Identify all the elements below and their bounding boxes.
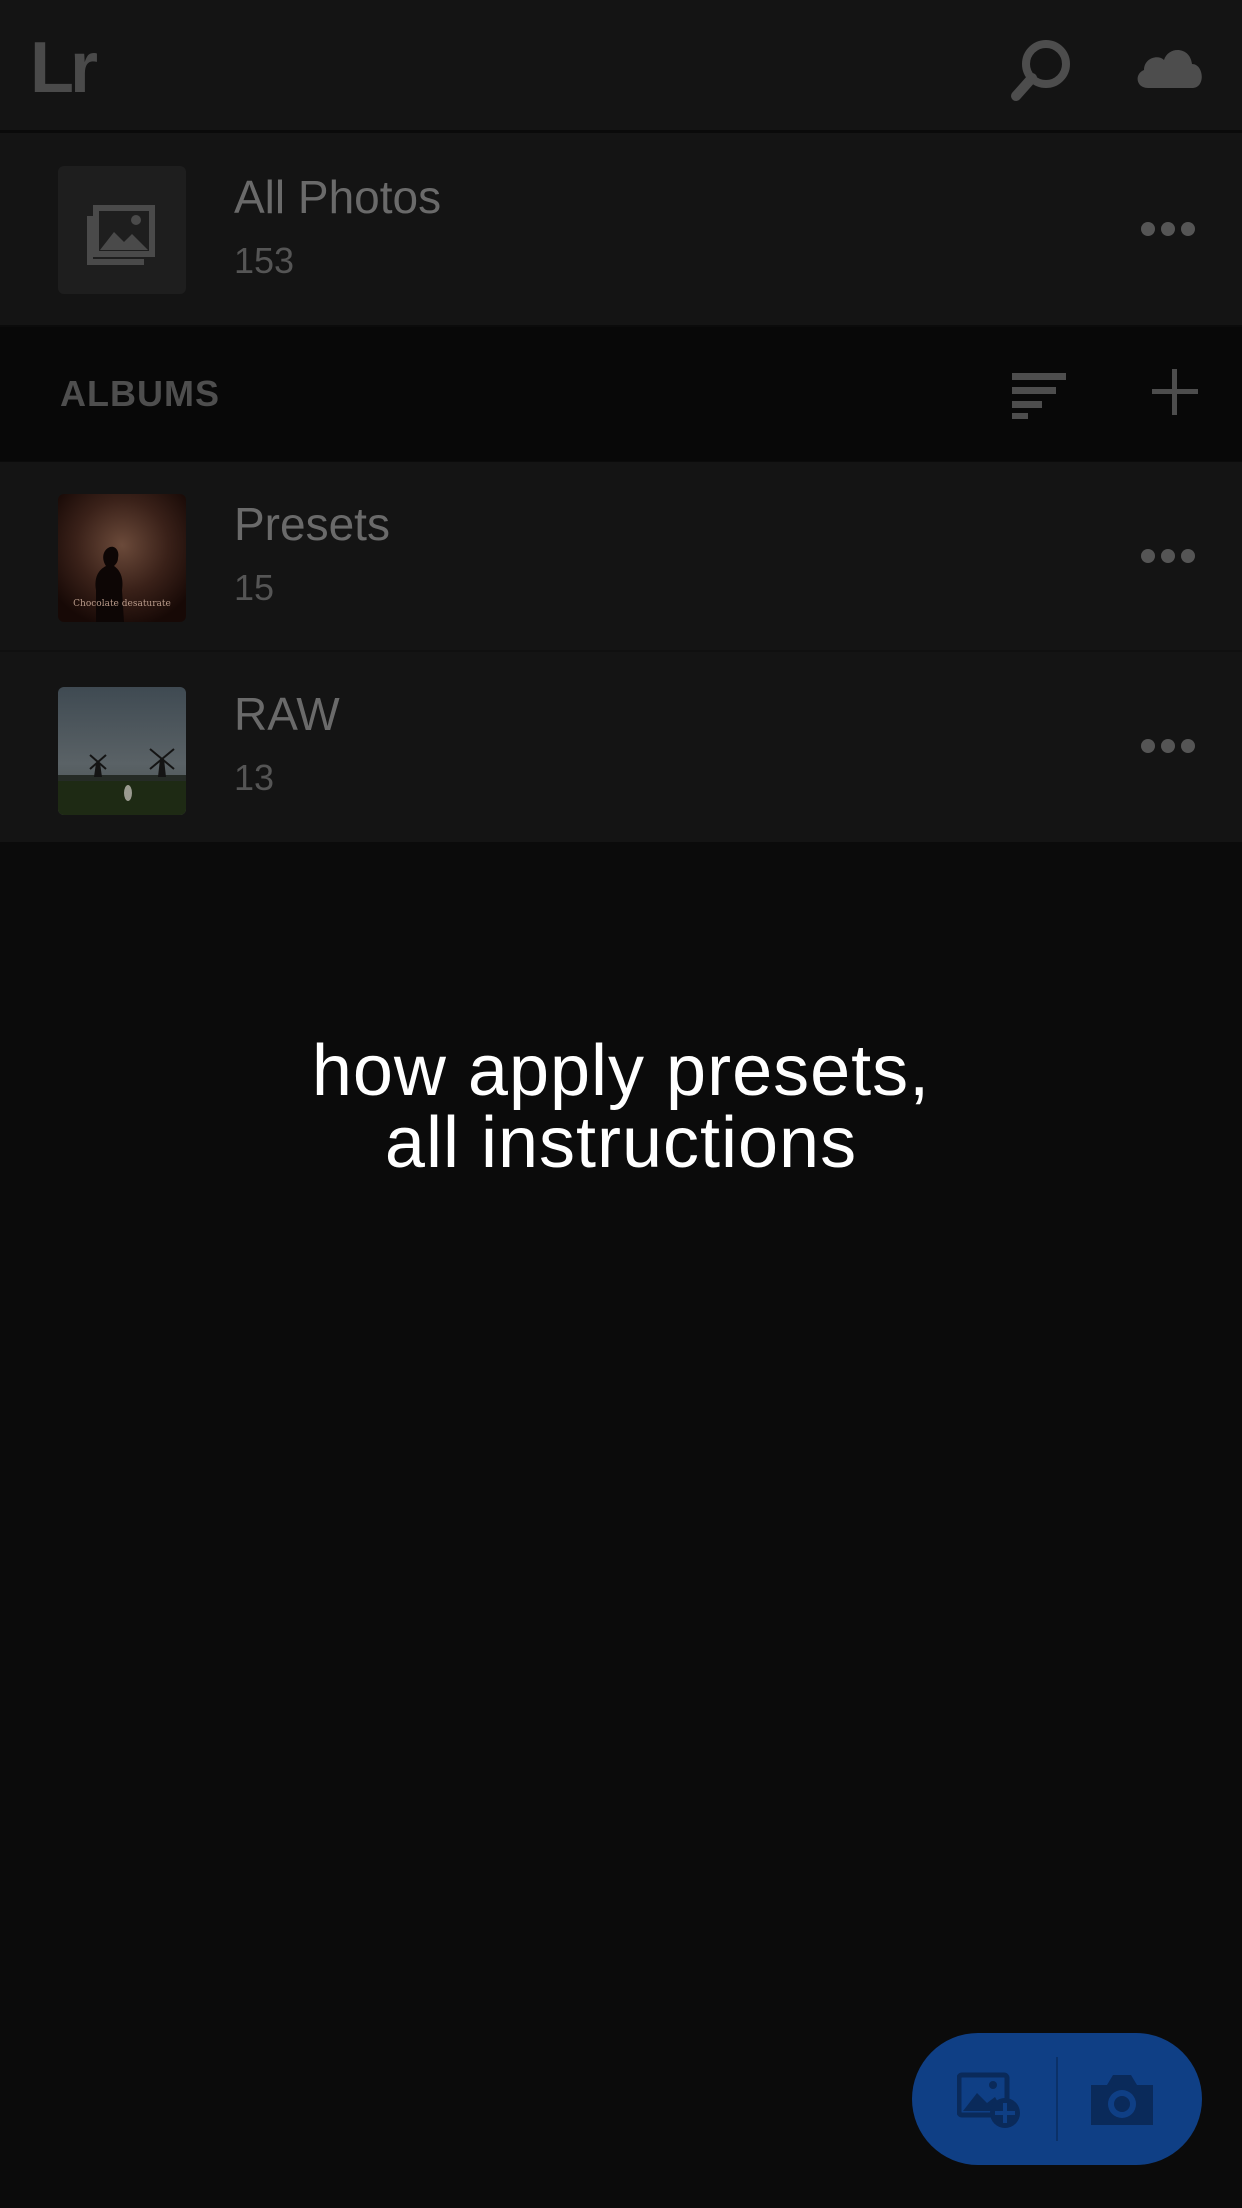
albums-section-label: ALBUMS <box>60 373 220 414</box>
all-photos-title: All Photos <box>234 171 442 223</box>
add-photos-fab <box>912 2033 1202 2165</box>
cloud-sync-icon <box>1137 49 1202 88</box>
presets-thumb-caption: Chocolate desaturate <box>73 599 171 609</box>
album-title-raw: RAW <box>234 688 340 740</box>
album-thumbnail-raw <box>58 687 186 815</box>
album-count-raw: 13 <box>234 757 275 798</box>
album-count-presets: 15 <box>234 567 275 608</box>
lightroom-logo: Lr <box>30 28 98 108</box>
add-album-button[interactable] <box>1150 367 1200 417</box>
search-icon <box>1011 40 1070 101</box>
album-presets-more-button[interactable] <box>1138 546 1198 566</box>
all-photos-count: 153 <box>234 240 295 281</box>
album-row-raw[interactable]: RAW 13 <box>0 652 1242 842</box>
overlay-caption: how apply presets, all instructions <box>0 1035 1242 1179</box>
albums-section-header: ALBUMS <box>0 327 1242 461</box>
all-photos-more-button[interactable] <box>1138 219 1198 239</box>
sort-icon <box>1012 373 1066 419</box>
photos-stack-icon <box>87 205 155 265</box>
all-photos-thumbnail <box>58 166 186 294</box>
plus-icon <box>1152 369 1198 415</box>
import-photos-button[interactable] <box>956 2069 1023 2131</box>
more-horizontal-icon <box>1141 222 1195 236</box>
album-thumbnail-presets: Chocolate desaturate <box>58 494 186 622</box>
more-horizontal-icon <box>1141 739 1195 753</box>
all-photos-row[interactable]: All Photos 153 <box>0 133 1242 325</box>
album-raw-more-button[interactable] <box>1138 736 1198 756</box>
more-horizontal-icon <box>1141 549 1195 563</box>
sort-albums-button[interactable] <box>1010 371 1070 419</box>
top-app-bar: Lr <box>0 0 1242 133</box>
fab-divider <box>1056 2057 1058 2141</box>
overlay-caption-line-2: all instructions <box>384 1103 858 1183</box>
album-title-presets: Presets <box>234 498 390 550</box>
add-photo-icon <box>956 2072 1020 2128</box>
camera-icon <box>1091 2075 1153 2125</box>
presets-photo-thumbnail: Chocolate desaturate <box>58 494 186 622</box>
overlay-caption-line-1: how apply presets, <box>311 1031 931 1111</box>
camera-capture-button[interactable] <box>1087 2071 1157 2129</box>
search-button[interactable] <box>1002 30 1082 110</box>
raw-photo-thumbnail <box>58 687 186 815</box>
album-row-presets[interactable]: Chocolate desaturate Presets 15 <box>0 462 1242 652</box>
cloud-sync-button[interactable] <box>1130 30 1210 110</box>
